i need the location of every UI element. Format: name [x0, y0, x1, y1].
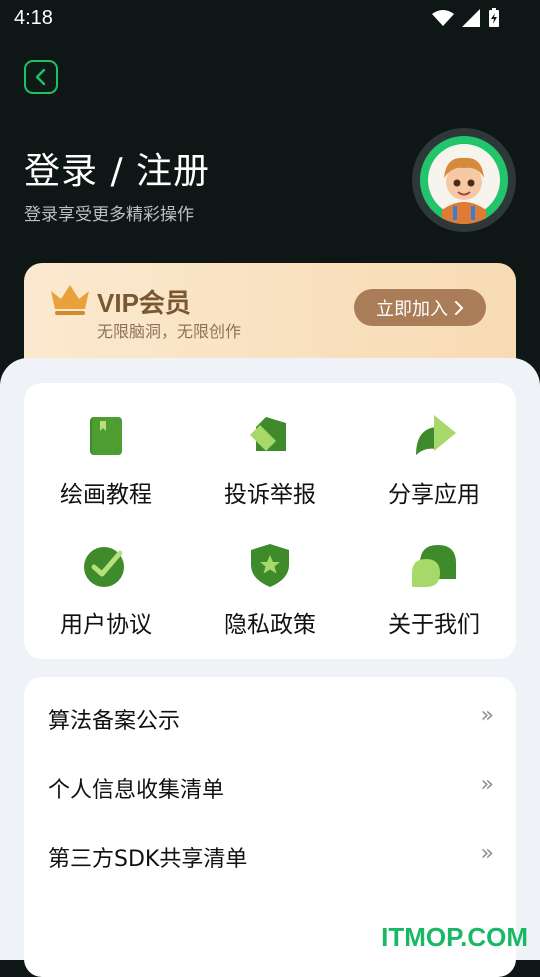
about-icon: [412, 545, 456, 587]
signal-icon: [462, 9, 480, 27]
grid-item-label: 用户协议: [60, 612, 152, 638]
list-item-algorithm-filing[interactable]: 算法备案公示 »: [24, 683, 516, 751]
grid-item-drawing-tutorial[interactable]: 绘画教程: [24, 387, 188, 508]
crown-icon: [51, 285, 89, 315]
grid-item-about-us[interactable]: 关于我们: [352, 517, 516, 638]
chevron-right-icon: [455, 300, 464, 315]
back-button[interactable]: [24, 60, 58, 94]
list-item-personal-info-list[interactable]: 个人信息收集清单 »: [24, 752, 516, 820]
list-item-label: 算法备案公示: [48, 709, 181, 734]
chevron-left-icon: [35, 68, 46, 86]
grid-item-label: 绘画教程: [60, 482, 152, 508]
battery-icon: [489, 8, 499, 27]
grid-item-privacy-policy[interactable]: 隐私政策: [188, 517, 352, 638]
grid-item-label: 关于我们: [388, 612, 480, 638]
watermark: ITMOP.COM: [381, 922, 528, 952]
grid-item-label: 分享应用: [388, 482, 480, 508]
grid-item-user-agreement[interactable]: 用户协议: [24, 517, 188, 638]
report-icon: [250, 417, 286, 451]
grid-item-report[interactable]: 投诉举报: [188, 387, 352, 508]
avatar[interactable]: [412, 128, 516, 232]
list-item-label: 个人信息收集清单: [48, 778, 225, 803]
book-icon: [90, 417, 122, 455]
main-panel: 绘画教程 投诉举报 分享应用 用户协议 隐私政策 关于我们 算法备案公示 » 个…: [0, 358, 540, 977]
double-chevron-right-icon: »: [480, 841, 494, 866]
grid-item-label: 隐私政策: [224, 612, 316, 638]
grid-item-share-app[interactable]: 分享应用: [352, 387, 516, 508]
double-chevron-right-icon: »: [480, 772, 494, 797]
login-subtitle: 登录享受更多精彩操作: [24, 205, 194, 225]
vip-join-label: 立即加入: [376, 298, 448, 320]
vip-title: VIP会员: [97, 288, 191, 318]
status-time: 4:18: [14, 7, 53, 29]
vip-join-button[interactable]: 立即加入: [354, 289, 486, 326]
list-item-label: 第三方SDK共享清单: [48, 847, 248, 872]
status-bar: 4:18: [0, 0, 540, 38]
wifi-icon: [432, 10, 454, 26]
vip-description: 无限脑洞，无限创作: [97, 322, 242, 341]
share-icon: [416, 415, 456, 455]
login-register-title[interactable]: 登录 / 注册: [24, 142, 210, 194]
list-item-third-party-sdk[interactable]: 第三方SDK共享清单 »: [24, 821, 516, 889]
status-icons: [432, 8, 500, 28]
shield-star-icon: [251, 544, 289, 587]
check-circle-icon: [84, 547, 124, 587]
avatar-image: [420, 136, 508, 224]
double-chevron-right-icon: »: [480, 703, 494, 728]
feature-grid: 绘画教程 投诉举报 分享应用 用户协议 隐私政策 关于我们: [24, 383, 516, 659]
grid-item-label: 投诉举报: [224, 482, 316, 508]
